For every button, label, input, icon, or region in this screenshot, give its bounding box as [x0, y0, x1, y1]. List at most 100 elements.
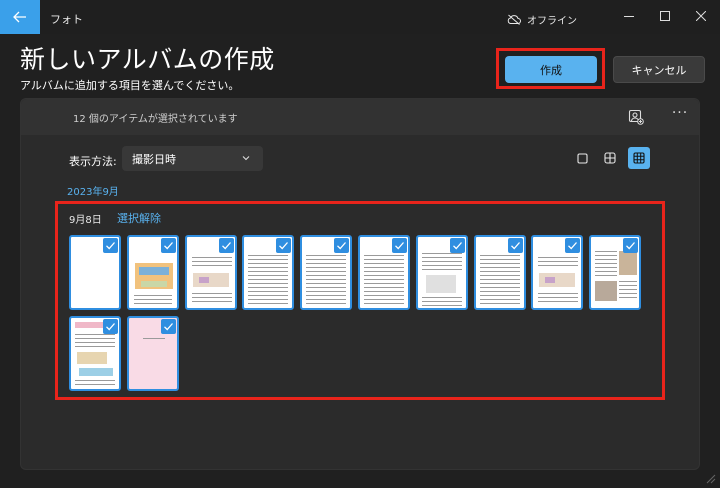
single-view-button[interactable]	[571, 147, 593, 169]
thumbnail-text-line	[595, 259, 618, 260]
selected-checkbox[interactable]	[565, 238, 581, 253]
thumbnail-text-line	[364, 299, 404, 300]
checkmark-icon	[279, 242, 289, 250]
photo-thumbnail[interactable]	[415, 235, 468, 310]
selected-checkbox[interactable]	[507, 238, 523, 253]
thumbnail-text-line	[75, 346, 115, 347]
thumbnail-text-line	[619, 293, 638, 294]
selected-checkbox[interactable]	[103, 319, 118, 334]
selected-checkbox[interactable]	[218, 238, 234, 253]
photo-picker-panel: 12 個のアイテムが選択されています ··· 表示方法: 撮影日時 2023年9…	[20, 98, 700, 470]
photo-thumbnail[interactable]	[69, 316, 121, 391]
photo-thumbnail[interactable]	[126, 235, 179, 310]
photo-thumbnail[interactable]	[473, 235, 526, 310]
view-by-dropdown[interactable]: 撮影日時	[122, 146, 263, 171]
thumbnail-text-line	[538, 297, 579, 298]
date-heading: 9月8日	[69, 215, 102, 226]
selected-checkbox[interactable]	[103, 238, 118, 253]
thumbnail-figure	[79, 368, 113, 376]
checkmark-icon	[163, 323, 173, 331]
app-title: フォト	[50, 13, 83, 26]
cancel-button[interactable]: キャンセル	[613, 56, 705, 83]
thumbnail-text-line	[479, 271, 520, 272]
thumbnail-text-line	[133, 295, 172, 296]
close-button[interactable]	[686, 6, 716, 26]
back-arrow-icon	[13, 11, 26, 23]
photo-thumbnail[interactable]	[358, 235, 410, 310]
thumbnail-text-line	[479, 287, 520, 288]
thumbnail-text-line	[142, 338, 165, 339]
minimize-button[interactable]	[614, 6, 644, 26]
thumbnail-text-line	[421, 261, 462, 262]
thumbnail-text-line	[595, 255, 618, 256]
thumbnail-text-line	[364, 279, 404, 280]
maximize-icon	[660, 11, 670, 21]
thumbnail-figure	[138, 267, 169, 275]
thumbnail-text-line	[306, 283, 347, 284]
view-by-label: 表示方法:	[69, 155, 117, 168]
thumbnail-text-line	[306, 291, 347, 292]
selected-checkbox[interactable]	[449, 238, 465, 253]
back-button[interactable]	[0, 0, 40, 34]
photo-thumbnail[interactable]	[126, 316, 179, 391]
thumbnail-text-line	[306, 275, 347, 276]
close-icon	[696, 11, 706, 21]
resize-grip-icon[interactable]	[704, 472, 716, 484]
checkmark-icon	[106, 323, 115, 331]
thumbnail-figure	[545, 277, 556, 283]
deselect-all-link[interactable]: 選択解除	[117, 210, 161, 226]
thumbnail-text-line	[248, 279, 289, 280]
thumbnail-text-line	[306, 303, 347, 304]
maximize-button[interactable]	[650, 6, 680, 26]
small-grid-button[interactable]	[628, 147, 650, 169]
selected-checkbox[interactable]	[276, 238, 292, 253]
photo-thumbnail[interactable]	[184, 235, 237, 310]
thumbnail-text-line	[248, 299, 289, 300]
more-button[interactable]: ···	[667, 105, 693, 127]
thumbnail-text-line	[538, 265, 579, 266]
thumbnail-text-line	[421, 305, 462, 306]
thumbnail-text-line	[75, 334, 115, 335]
selection-count: 12 個のアイテムが選択されています	[73, 114, 238, 125]
thumbnail-text-line	[306, 263, 347, 264]
thumbnail-text-line	[538, 257, 579, 258]
thumbnail-text-line	[479, 267, 520, 268]
thumbnail-text-line	[248, 295, 289, 296]
single-view-icon	[576, 152, 588, 164]
thumbnail-text-line	[479, 263, 520, 264]
photo-thumbnail[interactable]	[300, 235, 353, 310]
thumbnail-text-line	[595, 275, 618, 276]
thumbnail-text-line	[133, 303, 172, 304]
photo-thumbnail[interactable]	[589, 235, 642, 310]
page-title: 新しいアルバムの作成	[20, 45, 275, 74]
photo-thumbnail[interactable]	[531, 235, 584, 310]
thumbnail-text-line	[306, 279, 347, 280]
thumbnail-text-line	[364, 291, 404, 292]
offline-status[interactable]: オフライン	[507, 12, 577, 27]
thumbnail-text-line	[75, 384, 115, 385]
thumbnail-text-line	[306, 299, 347, 300]
thumbnail-text-line	[133, 299, 172, 300]
checkmark-icon	[221, 242, 231, 250]
selected-checkbox[interactable]	[392, 238, 407, 253]
thumbnail-text-line	[248, 263, 289, 264]
selected-checkbox[interactable]	[623, 238, 639, 253]
thumbnail-figure	[77, 352, 107, 364]
thumbnail-text-line	[75, 342, 115, 343]
checkmark-icon	[452, 242, 462, 250]
people-button[interactable]	[625, 107, 647, 127]
medium-grid-button[interactable]	[599, 147, 621, 169]
thumbnail-text-line	[364, 255, 404, 256]
photo-thumbnail[interactable]	[69, 235, 121, 310]
thumbnail-text-line	[75, 380, 115, 381]
thumbnail-text-line	[421, 265, 462, 266]
selected-checkbox[interactable]	[160, 319, 176, 334]
selected-checkbox[interactable]	[334, 238, 350, 253]
thumbnail-figure	[198, 277, 209, 283]
selected-checkbox[interactable]	[160, 238, 176, 253]
photo-thumbnail[interactable]	[242, 235, 295, 310]
thumbnail-text-line	[595, 267, 618, 268]
create-button[interactable]: 作成	[505, 56, 597, 83]
thumbnail-text-line	[364, 263, 404, 264]
thumbnail-text-line	[306, 271, 347, 272]
